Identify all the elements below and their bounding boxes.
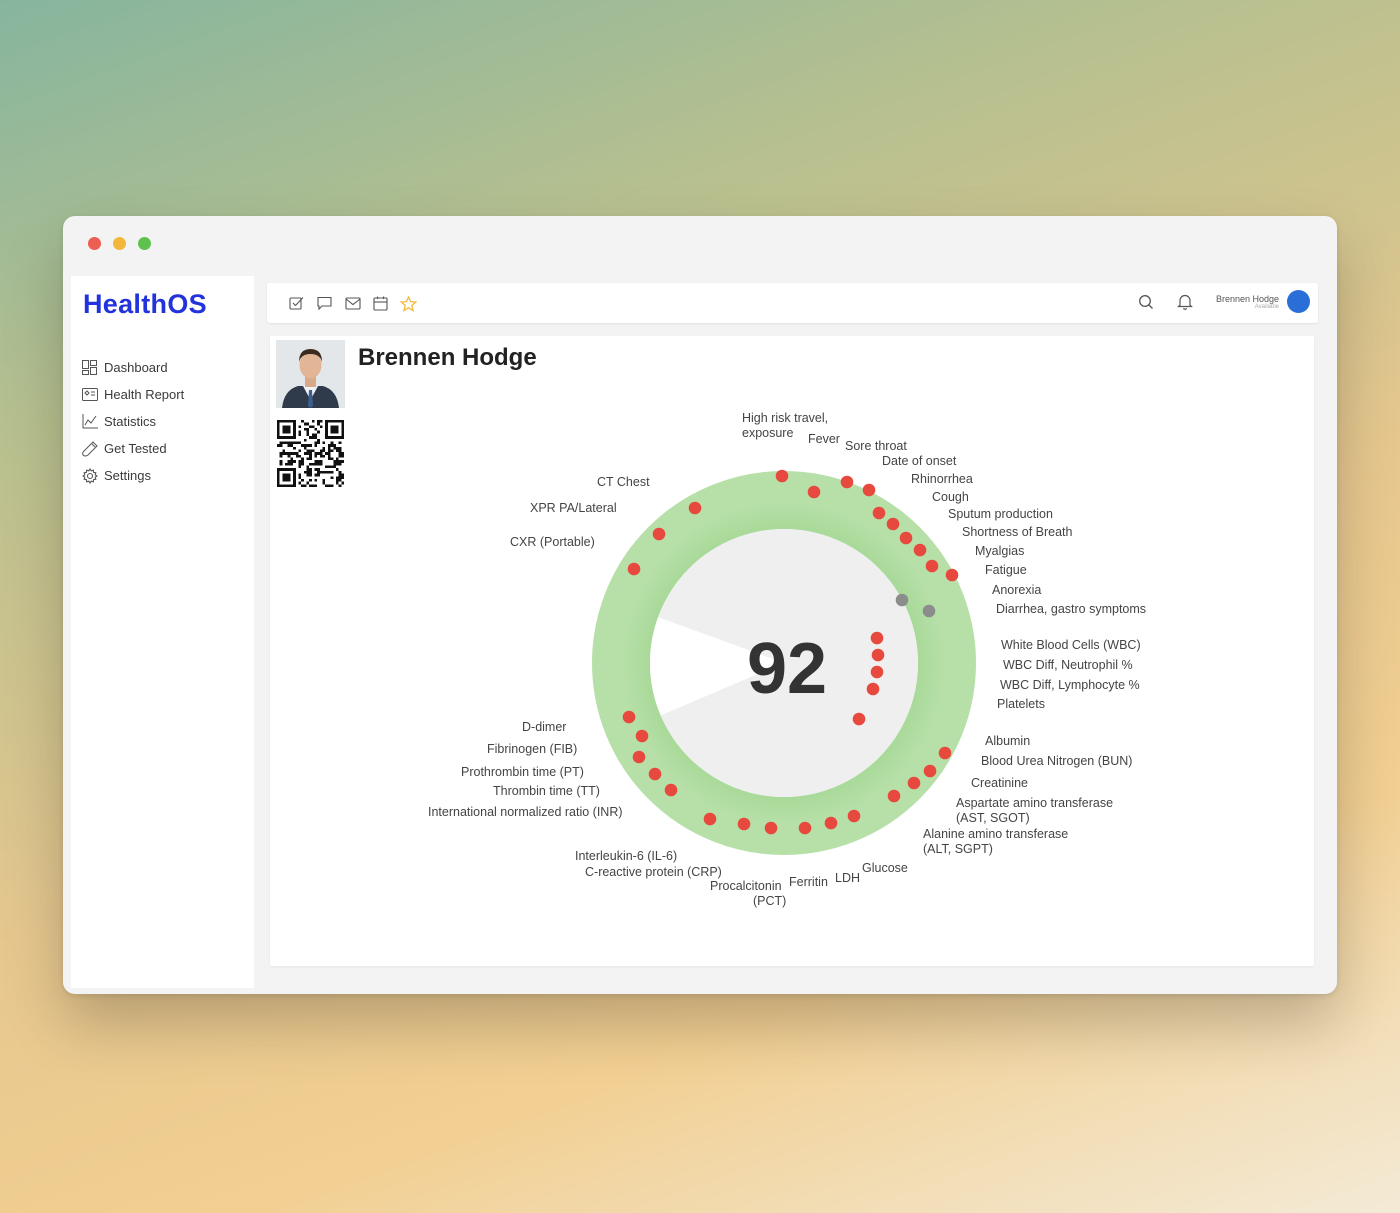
chart-label: Fibrinogen (FIB) [487, 742, 577, 756]
chart-point [840, 475, 854, 489]
chart-label: Glucose [862, 861, 908, 875]
chart-label: LDH [835, 871, 860, 885]
chart-label: C-reactive protein (CRP) [585, 865, 722, 879]
chart-point [764, 821, 778, 835]
chart-label: CXR (Portable) [510, 535, 595, 549]
chart-point [887, 789, 901, 803]
chart-label: Sputum production [948, 507, 1053, 521]
chart-label: Fatigue [985, 563, 1027, 577]
chart-point [703, 812, 717, 826]
chart-point [866, 682, 880, 696]
chart-label: Prothrombin time (PT) [461, 765, 584, 779]
chart-label: XPR PA/Lateral [530, 501, 617, 515]
chart-point [922, 604, 936, 618]
chart-point [852, 712, 866, 726]
chart-label: (AST, SGOT) [956, 811, 1030, 825]
chart-point [862, 483, 876, 497]
chart-label: Sore throat [845, 439, 907, 453]
chart-point [632, 750, 646, 764]
chart-point [938, 746, 952, 760]
chart-label: Myalgias [975, 544, 1024, 558]
chart-point [807, 485, 821, 499]
chart-point [798, 821, 812, 835]
chart-label: Albumin [985, 734, 1030, 748]
chart-point [923, 764, 937, 778]
chart-point [664, 783, 678, 797]
chart-point [872, 506, 886, 520]
chart-point [870, 631, 884, 645]
chart-point [648, 767, 662, 781]
chart-label: Procalcitonin [710, 879, 782, 893]
chart-label: (ALT, SGPT) [923, 842, 993, 856]
chart-point [737, 817, 751, 831]
chart-label: Date of onset [882, 454, 957, 468]
chart-point [870, 665, 884, 679]
chart-point [622, 710, 636, 724]
chart-label: Creatinine [971, 776, 1028, 790]
chart-label: Rhinorrhea [911, 472, 973, 486]
chart-label: Thrombin time (TT) [493, 784, 600, 798]
chart-point [925, 559, 939, 573]
chart-label: International normalized ratio (INR) [428, 805, 623, 819]
chart-label: Cough [932, 490, 969, 504]
app-window: HealthOS Dashboard Health Report Statist… [63, 216, 1337, 994]
chart-label: Blood Urea Nitrogen (BUN) [981, 754, 1132, 768]
chart-point [945, 568, 959, 582]
chart-point [895, 593, 909, 607]
chart-point [871, 648, 885, 662]
chart-label: Fever [808, 432, 840, 446]
chart-label: (PCT) [753, 894, 786, 908]
chart-label: White Blood Cells (WBC) [1001, 638, 1141, 652]
chart-point [913, 543, 927, 557]
chart-label: CT Chest [597, 475, 650, 489]
chart-label: Shortness of Breath [962, 525, 1073, 539]
chart-label: High risk travel, [742, 411, 828, 425]
chart-label: Diarrhea, gastro symptoms [996, 602, 1146, 616]
radial-health-chart: 92 High risk travel,exposure Fever Sore thr… [428, 411, 1146, 908]
chart-point [847, 809, 861, 823]
chart-label: Aspartate amino transferase [956, 796, 1113, 810]
chart-label: exposure [742, 426, 793, 440]
chart-point [688, 501, 702, 515]
chart-point [775, 469, 789, 483]
chart-label: Anorexia [992, 583, 1041, 597]
chart-label: Ferritin [789, 875, 828, 889]
chart-label: WBC Diff, Lymphocyte % [1000, 678, 1140, 692]
chart-label: WBC Diff, Neutrophil % [1003, 658, 1133, 672]
chart-point [907, 776, 921, 790]
chart-point [652, 527, 666, 541]
chart-point [824, 816, 838, 830]
chart-label: Interleukin-6 (IL-6) [575, 849, 677, 863]
chart-label: D-dimer [522, 720, 566, 734]
chart-label: Platelets [997, 697, 1045, 711]
chart-label: Alanine amino transferase [923, 827, 1068, 841]
chart-point [886, 517, 900, 531]
chart-point [627, 562, 641, 576]
chart-point [899, 531, 913, 545]
chart-point [635, 729, 649, 743]
score-value: 92 [747, 629, 827, 709]
